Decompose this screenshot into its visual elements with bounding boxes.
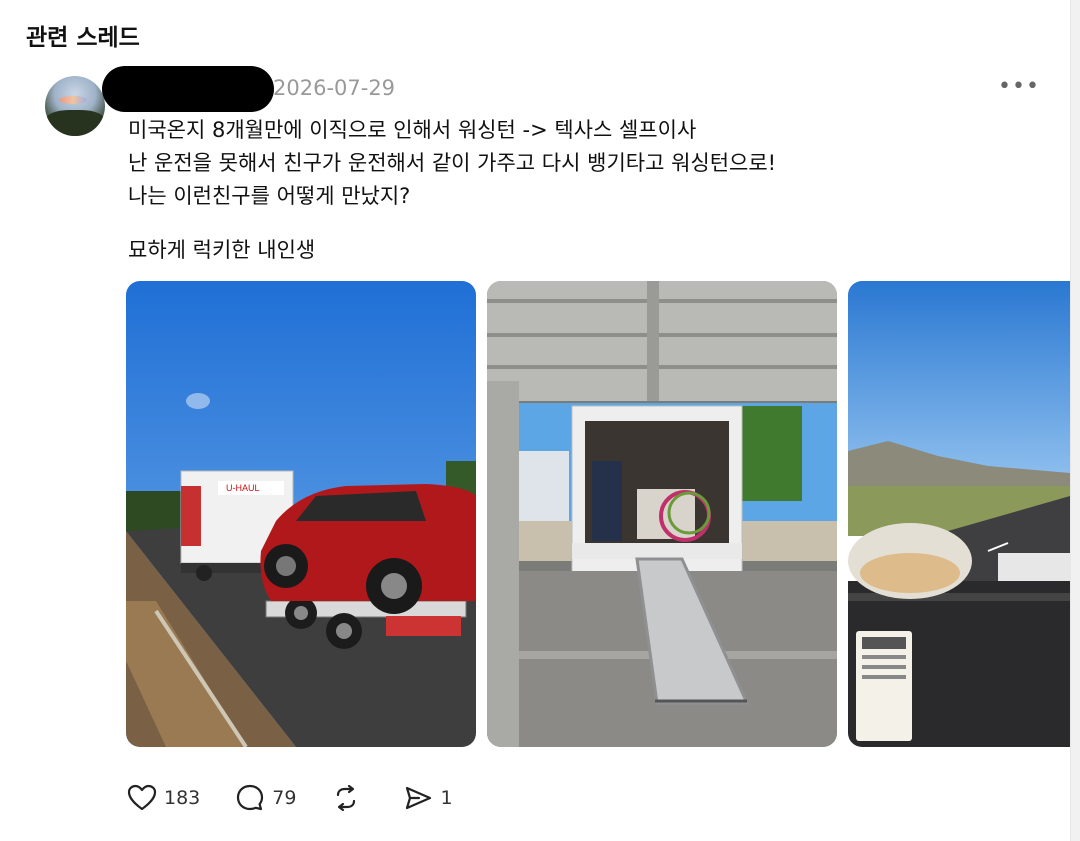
truck-sign-text: U-HAUL	[226, 483, 260, 493]
share-count: 1	[440, 787, 453, 809]
share-icon	[406, 786, 432, 810]
comment-count: 79	[272, 787, 297, 809]
post-line: 나는 이런친구를 어떻게 만났지?	[128, 184, 411, 208]
redacted-username	[102, 66, 274, 112]
heart-icon	[127, 784, 157, 811]
post-extra-line: 묘하게 럭키한 내인생	[128, 238, 316, 262]
avatar-cloud	[59, 96, 87, 104]
comment-button[interactable]: 79	[234, 782, 296, 814]
photo-truck-ramp[interactable]	[487, 281, 837, 747]
post-line: 미국온지 8개월만에 이직으로 인해서 워싱턴 -> 텍사스 셀프이사	[128, 118, 697, 142]
post-date: 2026-07-29	[273, 76, 396, 100]
photo-highway[interactable]	[848, 281, 1070, 747]
repost-button[interactable]	[330, 782, 368, 814]
like-button[interactable]: 183	[126, 782, 200, 814]
action-bar: 183 79 1	[126, 778, 487, 818]
avatar[interactable]	[45, 76, 105, 136]
photo-car-trailer[interactable]: U-HAUL	[126, 281, 476, 747]
more-icon[interactable]: •••	[998, 74, 1040, 99]
section-title: 관련 스레드	[26, 25, 140, 51]
repost-icon	[337, 784, 356, 812]
share-button[interactable]: 1	[402, 782, 453, 814]
scrollbar[interactable]	[1070, 0, 1080, 841]
post-body: 미국온지 8개월만에 이직으로 인해서 워싱턴 -> 텍사스 셀프이사 난 운전…	[128, 114, 776, 213]
like-count: 183	[164, 787, 201, 809]
avatar-trees	[45, 110, 105, 136]
comment-icon	[237, 784, 264, 811]
post-line: 난 운전을 못해서 친구가 운전해서 같이 가주고 다시 뱅기타고 워싱턴으로!	[128, 151, 777, 175]
